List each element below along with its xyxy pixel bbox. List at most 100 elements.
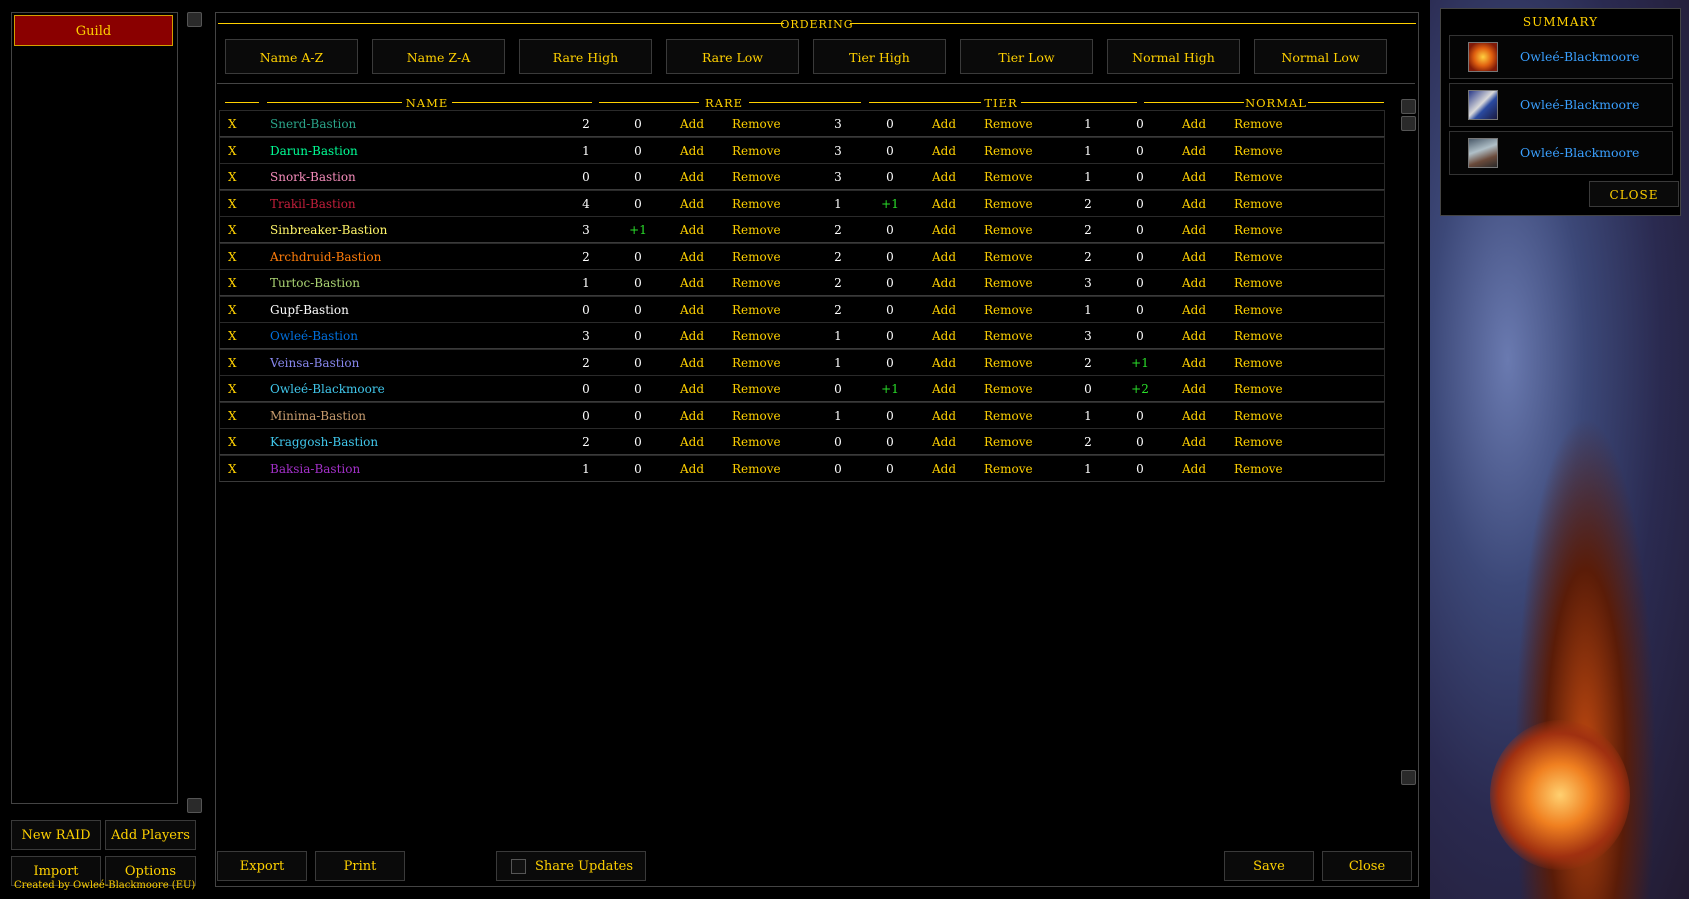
add-button[interactable]: Add — [1182, 217, 1206, 244]
add-button[interactable]: Add — [932, 111, 956, 138]
save-button[interactable]: Save — [1224, 851, 1314, 881]
remove-button[interactable]: Remove — [984, 376, 1033, 403]
sort-normal-low-button[interactable]: Normal Low — [1254, 39, 1387, 74]
remove-button[interactable]: Remove — [984, 191, 1033, 218]
remove-player-icon[interactable]: X — [228, 350, 237, 377]
scroll-up-icon[interactable] — [187, 12, 202, 27]
remove-button[interactable]: Remove — [732, 191, 781, 218]
remove-button[interactable]: Remove — [1234, 403, 1283, 430]
add-button[interactable]: Add — [680, 217, 704, 244]
sort-tier-high-button[interactable]: Tier High — [813, 39, 946, 74]
remove-button[interactable]: Remove — [984, 164, 1033, 191]
add-button[interactable]: Add — [1182, 244, 1206, 271]
scroll-down-icon[interactable] — [187, 798, 202, 813]
add-button[interactable]: Add — [680, 270, 704, 297]
remove-player-icon[interactable]: X — [228, 403, 237, 430]
add-button[interactable]: Add — [680, 350, 704, 377]
remove-button[interactable]: Remove — [984, 244, 1033, 271]
remove-button[interactable]: Remove — [732, 297, 781, 324]
remove-button[interactable]: Remove — [1234, 270, 1283, 297]
add-button[interactable]: Add — [680, 323, 704, 350]
remove-button[interactable]: Remove — [984, 217, 1033, 244]
remove-button[interactable]: Remove — [984, 138, 1033, 165]
remove-button[interactable]: Remove — [732, 376, 781, 403]
remove-button[interactable]: Remove — [732, 429, 781, 456]
add-button[interactable]: Add — [680, 376, 704, 403]
add-button[interactable]: Add — [1182, 429, 1206, 456]
close-button[interactable]: Close — [1322, 851, 1412, 881]
remove-player-icon[interactable]: X — [228, 297, 237, 324]
remove-button[interactable]: Remove — [732, 138, 781, 165]
add-button[interactable]: Add — [932, 270, 956, 297]
raid-list-item-guild[interactable]: Guild — [14, 15, 173, 46]
add-button[interactable]: Add — [1182, 164, 1206, 191]
remove-player-icon[interactable]: X — [228, 138, 237, 165]
sort-rare-low-button[interactable]: Rare Low — [666, 39, 799, 74]
add-button[interactable]: Add — [1182, 270, 1206, 297]
print-button[interactable]: Print — [315, 851, 405, 881]
remove-button[interactable]: Remove — [1234, 429, 1283, 456]
add-button[interactable]: Add — [1182, 376, 1206, 403]
add-button[interactable]: Add — [932, 323, 956, 350]
remove-player-icon[interactable]: X — [228, 244, 237, 271]
add-button[interactable]: Add — [932, 429, 956, 456]
remove-button[interactable]: Remove — [732, 323, 781, 350]
remove-player-icon[interactable]: X — [228, 376, 237, 403]
remove-button[interactable]: Remove — [732, 244, 781, 271]
remove-button[interactable]: Remove — [984, 111, 1033, 138]
remove-button[interactable]: Remove — [1234, 191, 1283, 218]
remove-button[interactable]: Remove — [1234, 456, 1283, 483]
remove-button[interactable]: Remove — [732, 456, 781, 483]
remove-button[interactable]: Remove — [984, 297, 1033, 324]
add-button[interactable]: Add — [932, 217, 956, 244]
add-button[interactable]: Add — [680, 138, 704, 165]
remove-player-icon[interactable]: X — [228, 191, 237, 218]
add-button[interactable]: Add — [932, 376, 956, 403]
add-button[interactable]: Add — [1182, 297, 1206, 324]
add-button[interactable]: Add — [680, 191, 704, 218]
remove-button[interactable]: Remove — [1234, 376, 1283, 403]
remove-player-icon[interactable]: X — [228, 164, 237, 191]
add-button[interactable]: Add — [680, 429, 704, 456]
remove-button[interactable]: Remove — [732, 111, 781, 138]
remove-button[interactable]: Remove — [1234, 111, 1283, 138]
share-updates-checkbox[interactable] — [511, 859, 526, 874]
add-button[interactable]: Add — [1182, 111, 1206, 138]
remove-player-icon[interactable]: X — [228, 456, 237, 483]
add-button[interactable]: Add — [932, 297, 956, 324]
remove-player-icon[interactable]: X — [228, 217, 237, 244]
sort-tier-low-button[interactable]: Tier Low — [960, 39, 1093, 74]
add-players-button[interactable]: Add Players — [105, 820, 196, 850]
remove-button[interactable]: Remove — [732, 164, 781, 191]
remove-player-icon[interactable]: X — [228, 111, 237, 138]
remove-player-icon[interactable]: X — [228, 270, 237, 297]
add-button[interactable]: Add — [1182, 403, 1206, 430]
sort-rare-high-button[interactable]: Rare High — [519, 39, 652, 74]
remove-player-icon[interactable]: X — [228, 323, 237, 350]
remove-button[interactable]: Remove — [732, 403, 781, 430]
add-button[interactable]: Add — [932, 191, 956, 218]
remove-button[interactable]: Remove — [1234, 323, 1283, 350]
remove-button[interactable]: Remove — [1234, 164, 1283, 191]
scroll-down-icon[interactable] — [1401, 770, 1416, 785]
add-button[interactable]: Add — [932, 164, 956, 191]
remove-button[interactable]: Remove — [1234, 350, 1283, 377]
sort-name-za-button[interactable]: Name Z-A — [372, 39, 505, 74]
remove-button[interactable]: Remove — [1234, 297, 1283, 324]
add-button[interactable]: Add — [932, 244, 956, 271]
add-button[interactable]: Add — [680, 244, 704, 271]
remove-player-icon[interactable]: X — [228, 429, 237, 456]
add-button[interactable]: Add — [680, 456, 704, 483]
add-button[interactable]: Add — [932, 138, 956, 165]
add-button[interactable]: Add — [932, 350, 956, 377]
add-button[interactable]: Add — [1182, 456, 1206, 483]
remove-button[interactable]: Remove — [984, 403, 1033, 430]
summary-item[interactable]: Owleé-Blackmoore — [1449, 35, 1673, 79]
add-button[interactable]: Add — [1182, 323, 1206, 350]
remove-button[interactable]: Remove — [732, 217, 781, 244]
remove-button[interactable]: Remove — [984, 350, 1033, 377]
scroll-up-icon[interactable] — [1401, 99, 1416, 114]
add-button[interactable]: Add — [932, 456, 956, 483]
add-button[interactable]: Add — [1182, 191, 1206, 218]
remove-button[interactable]: Remove — [1234, 244, 1283, 271]
